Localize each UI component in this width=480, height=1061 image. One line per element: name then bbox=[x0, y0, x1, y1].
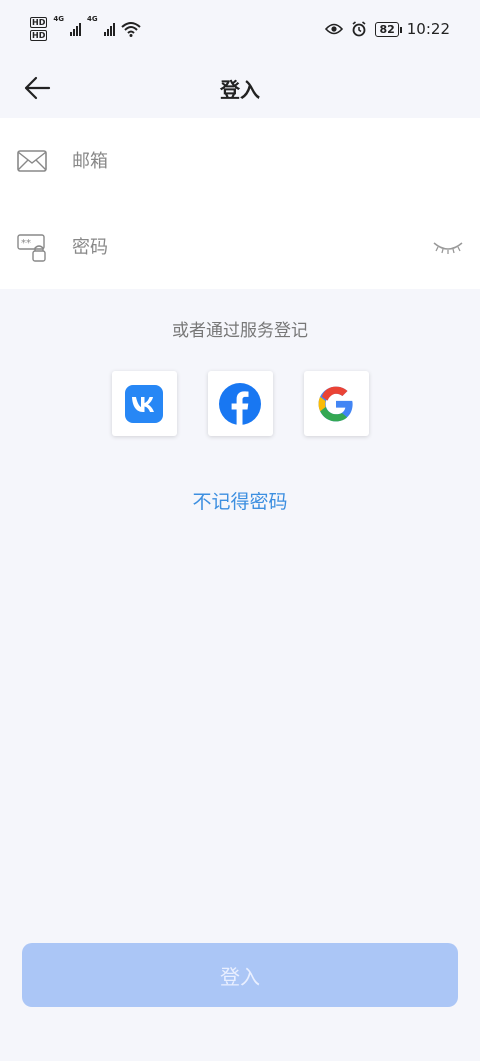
status-bar: HD HD 4G 4G 82 10:22 bbox=[0, 0, 480, 58]
page-title: 登入 bbox=[220, 77, 260, 102]
hd-indicators: HD HD bbox=[30, 17, 48, 41]
alt-login-label: 或者通过服务登记 bbox=[172, 321, 308, 341]
arrow-left-icon[interactable] bbox=[22, 73, 52, 103]
eye-icon bbox=[325, 23, 344, 35]
password-field[interactable] bbox=[70, 235, 414, 259]
email-field[interactable] bbox=[70, 149, 414, 173]
hd-badge: HD bbox=[30, 17, 48, 28]
login-form: ** bbox=[0, 118, 480, 289]
wifi-icon bbox=[120, 22, 141, 37]
facebook-icon bbox=[219, 382, 261, 425]
email-row bbox=[0, 118, 480, 204]
clock: 10:22 bbox=[406, 20, 450, 38]
password-lock-icon: ** bbox=[17, 234, 46, 262]
envelope-icon bbox=[17, 150, 47, 172]
svg-text:**: ** bbox=[21, 238, 31, 249]
signal-icon bbox=[103, 22, 115, 36]
battery-indicator: 82 bbox=[375, 21, 403, 37]
forgot-password-link[interactable]: 不记得密码 bbox=[0, 487, 480, 514]
login-button[interactable]: 登入 bbox=[22, 943, 458, 1007]
header: 登入 bbox=[0, 58, 480, 118]
status-right: 82 10:22 bbox=[325, 20, 450, 38]
alarm-icon bbox=[352, 21, 366, 37]
facebook-login-button[interactable] bbox=[207, 371, 273, 436]
eye-closed-icon[interactable] bbox=[432, 237, 464, 257]
vk-icon bbox=[125, 384, 163, 423]
network-type: 4G bbox=[86, 15, 98, 23]
google-login-button[interactable] bbox=[303, 371, 369, 436]
password-row: ** bbox=[0, 204, 480, 290]
google-icon bbox=[318, 386, 353, 421]
social-login-row bbox=[0, 371, 480, 436]
vk-login-button[interactable] bbox=[111, 371, 177, 436]
network-type: 4G bbox=[53, 15, 64, 23]
status-left: HD HD 4G 4G bbox=[30, 15, 141, 41]
signal-icon bbox=[69, 22, 81, 36]
hd-badge: HD bbox=[30, 30, 48, 41]
